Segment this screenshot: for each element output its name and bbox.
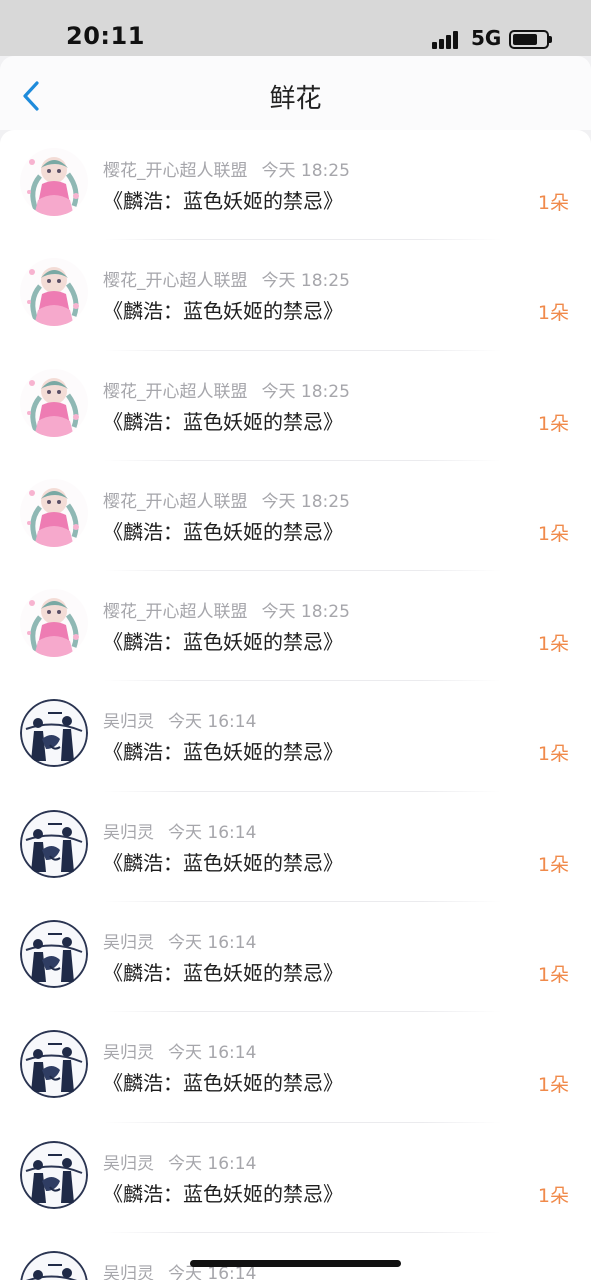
gift-time: 今天 18:25 bbox=[261, 271, 350, 292]
battery-icon bbox=[509, 30, 549, 49]
book-title[interactable]: 《麟浩：蓝色妖姬的禁忌》 bbox=[103, 406, 343, 435]
gift-meta: 吴归灵 今天 16:14 bbox=[103, 928, 256, 953]
sender-name[interactable]: 吴归灵 bbox=[103, 818, 154, 843]
flower-count: 1朵 bbox=[537, 412, 569, 435]
avatar-ink-figures-icon[interactable] bbox=[20, 920, 88, 989]
gift-list-item[interactable]: 樱花_开心超人联盟 今天 18:25 《麟浩：蓝色妖姬的禁忌》 1朵 bbox=[0, 130, 591, 241]
avatar-anime-girl-icon[interactable] bbox=[20, 258, 88, 327]
gift-time: 今天 18:25 bbox=[261, 161, 350, 181]
gift-time: 今天 16:14 bbox=[168, 712, 257, 733]
page-title: 鲜花 bbox=[269, 84, 322, 114]
screen: 20:11 5G 鲜花 樱花_开心超人联盟 今天 18:25 《麟浩：蓝色妖姬的禁忌… bbox=[0, 0, 591, 1280]
sender-name[interactable]: 吴归灵 bbox=[103, 707, 154, 732]
book-title[interactable]: 《麟浩：蓝色妖姬的禁忌》 bbox=[103, 736, 343, 765]
book-title[interactable]: 《麟浩：蓝色妖姬的禁忌》 bbox=[103, 1178, 343, 1207]
sender-name[interactable]: 樱花_开心超人联盟 bbox=[103, 156, 248, 181]
avatar-ink-figures-icon[interactable] bbox=[20, 809, 88, 878]
gift-time: 今天 18:25 bbox=[261, 602, 350, 623]
avatar-anime-girl-icon[interactable] bbox=[20, 589, 88, 658]
avatar-anime-girl-icon[interactable] bbox=[20, 478, 88, 547]
gift-time: 今天 16:14 bbox=[168, 1043, 257, 1064]
gift-time: 今天 16:14 bbox=[168, 1153, 257, 1174]
gift-meta: 吴归灵 今天 16:14 bbox=[103, 1149, 256, 1174]
signal-icon bbox=[432, 29, 462, 49]
gift-list-item[interactable]: 樱花_开心超人联盟 今天 18:25 《麟浩：蓝色妖姬的禁忌》 1朵 bbox=[0, 240, 591, 351]
gift-list-item[interactable]: 吴归灵 今天 16:14 bbox=[0, 1233, 591, 1280]
gift-list-item[interactable]: 吴归灵 今天 16:14 《麟浩：蓝色妖姬的禁忌》 1朵 bbox=[0, 902, 591, 1013]
sender-name[interactable]: 吴归灵 bbox=[103, 1149, 154, 1174]
flower-count: 1朵 bbox=[537, 853, 569, 876]
gift-meta: 樱花_开心超人联盟 今天 18:25 bbox=[103, 487, 350, 512]
book-title[interactable]: 《麟浩：蓝色妖姬的禁忌》 bbox=[103, 185, 343, 214]
gift-list: 樱花_开心超人联盟 今天 18:25 《麟浩：蓝色妖姬的禁忌》 1朵 樱花_开心超人联… bbox=[0, 130, 591, 1280]
gift-list-item[interactable]: 吴归灵 今天 16:14 《麟浩：蓝色妖姬的禁忌》 1朵 bbox=[0, 681, 591, 793]
gift-list-item[interactable]: 樱花_开心超人联盟 今天 18:25 《麟浩：蓝色妖姬的禁忌》 1朵 bbox=[0, 351, 591, 462]
battery-cap bbox=[549, 36, 552, 43]
sender-name[interactable]: 樱花_开心超人联盟 bbox=[103, 487, 248, 512]
avatar-ink-figures-icon[interactable] bbox=[20, 1140, 88, 1209]
flower-count: 1朵 bbox=[537, 743, 569, 766]
flower-count: 1朵 bbox=[537, 1184, 569, 1207]
home-indicator[interactable] bbox=[190, 1260, 401, 1267]
flower-count: 1朵 bbox=[537, 302, 569, 325]
gift-time: 今天 18:25 bbox=[261, 381, 350, 402]
avatar-ink-figures-icon[interactable] bbox=[20, 1250, 88, 1280]
status-time: 20:11 bbox=[66, 22, 145, 50]
avatar-ink-figures-icon[interactable] bbox=[20, 1030, 88, 1099]
flower-count: 1朵 bbox=[537, 1074, 569, 1097]
gift-list-item[interactable]: 吴归灵 今天 16:14 《麟浩：蓝色妖姬的禁忌》 1朵 bbox=[0, 1123, 591, 1234]
avatar-ink-figures-icon[interactable] bbox=[20, 699, 88, 768]
sender-name[interactable]: 樱花_开心超人联盟 bbox=[103, 597, 248, 622]
book-title[interactable]: 《麟浩：蓝色妖姬的禁忌》 bbox=[103, 847, 343, 876]
sender-name[interactable]: 吴归灵 bbox=[103, 1038, 154, 1063]
gift-meta: 樱花_开心超人联盟 今天 18:25 bbox=[103, 597, 350, 622]
avatar-anime-girl-icon[interactable] bbox=[20, 148, 88, 216]
flower-count: 1朵 bbox=[537, 192, 569, 214]
sender-name[interactable]: 樱花_开心超人联盟 bbox=[103, 266, 248, 291]
book-title[interactable]: 《麟浩：蓝色妖姬的禁忌》 bbox=[103, 626, 343, 655]
flower-count: 1朵 bbox=[537, 522, 569, 545]
book-title[interactable]: 《麟浩：蓝色妖姬的禁忌》 bbox=[103, 516, 343, 545]
gift-meta: 樱花_开心超人联盟 今天 18:25 bbox=[103, 377, 350, 402]
status-bar: 20:11 5G bbox=[0, 0, 591, 56]
book-title[interactable]: 《麟浩：蓝色妖姬的禁忌》 bbox=[103, 295, 343, 324]
book-title[interactable]: 《麟浩：蓝色妖姬的禁忌》 bbox=[103, 1067, 343, 1096]
gift-list-item[interactable]: 吴归灵 今天 16:14 《麟浩：蓝色妖姬的禁忌》 1朵 bbox=[0, 1012, 591, 1123]
gift-meta: 樱花_开心超人联盟 今天 18:25 bbox=[103, 266, 350, 291]
nav-bar: 鲜花 bbox=[0, 56, 591, 130]
gift-list-item[interactable]: 吴归灵 今天 16:14 《麟浩：蓝色妖姬的禁忌》 1朵 bbox=[0, 792, 591, 903]
avatar-anime-girl-icon[interactable] bbox=[20, 368, 88, 437]
network-label: 5G bbox=[471, 26, 502, 50]
gift-time: 今天 18:25 bbox=[261, 491, 350, 512]
gift-time: 今天 16:14 bbox=[168, 933, 257, 954]
flower-count: 1朵 bbox=[537, 633, 569, 656]
sender-name[interactable]: 吴归灵 bbox=[103, 1259, 154, 1280]
gift-time: 今天 16:14 bbox=[168, 822, 257, 843]
gift-meta: 吴归灵 今天 16:14 bbox=[103, 818, 256, 843]
gift-meta: 吴归灵 今天 16:14 bbox=[103, 707, 256, 732]
gift-list-item[interactable]: 樱花_开心超人联盟 今天 18:25 《麟浩：蓝色妖姬的禁忌》 1朵 bbox=[0, 461, 591, 572]
gift-meta: 吴归灵 今天 16:14 bbox=[103, 1038, 256, 1063]
gift-list-item[interactable]: 樱花_开心超人联盟 今天 18:25 《麟浩：蓝色妖姬的禁忌》 1朵 bbox=[0, 571, 591, 682]
book-title[interactable]: 《麟浩：蓝色妖姬的禁忌》 bbox=[103, 957, 343, 986]
gift-meta: 樱花_开心超人联盟 今天 18:25 bbox=[103, 156, 350, 181]
flower-count: 1朵 bbox=[537, 964, 569, 987]
sender-name[interactable]: 吴归灵 bbox=[103, 928, 154, 953]
sender-name[interactable]: 樱花_开心超人联盟 bbox=[103, 377, 248, 402]
